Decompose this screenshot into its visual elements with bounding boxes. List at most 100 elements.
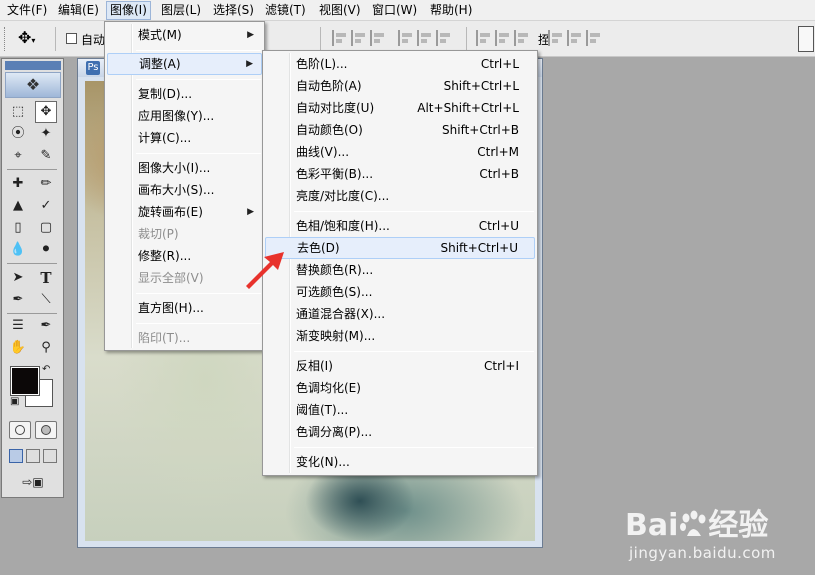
menu-item-replace-color[interactable]: 替换颜色(R)...: [265, 259, 535, 281]
swap-colors-icon[interactable]: ↶: [42, 365, 50, 375]
type-tool-icon[interactable]: T: [35, 267, 57, 289]
align-left-icon[interactable]: [398, 30, 414, 46]
menu-item-histogram[interactable]: 直方图(H)...: [107, 297, 262, 319]
menu-edit[interactable]: 编辑(E): [55, 1, 102, 20]
menu-image[interactable]: 图像(I): [106, 1, 151, 20]
line-tool-icon[interactable]: ⟍: [35, 289, 57, 311]
menu-view[interactable]: 视图(V): [316, 1, 364, 20]
full-screen-mode-button[interactable]: [43, 449, 57, 463]
menu-item-shortcut: Alt+Shift+Ctrl+L: [417, 101, 519, 115]
menu-item-variations[interactable]: 变化(N)...: [265, 451, 535, 473]
menu-separator: [294, 211, 534, 212]
foreground-color-swatch[interactable]: [10, 366, 40, 396]
crop-tool-icon[interactable]: ⌖: [7, 145, 29, 167]
menu-item-label: 变化(N)...: [296, 455, 350, 469]
move-tool-preset-icon[interactable]: ✥▾: [18, 29, 35, 50]
magic-wand-tool-icon[interactable]: ✦: [35, 123, 57, 145]
menu-item-duplicate[interactable]: 复制(D)...: [107, 83, 262, 105]
marquee-tool-icon[interactable]: ⬚: [7, 101, 29, 123]
align-bottom-icon[interactable]: [370, 30, 386, 46]
align-right-icon[interactable]: [436, 30, 452, 46]
menu-select[interactable]: 选择(S): [210, 1, 257, 20]
slice-tool-icon[interactable]: ✎: [35, 145, 57, 167]
menu-item-channel-mixer[interactable]: 通道混合器(X)...: [265, 303, 535, 325]
gradient-tool-icon[interactable]: ▢: [35, 217, 57, 239]
eyedropper-tool-icon[interactable]: ✒: [35, 315, 57, 337]
menu-item-threshold[interactable]: 阈值(T)...: [265, 399, 535, 421]
distribute-right-icon[interactable]: [586, 30, 602, 46]
distribute-bottom-icon[interactable]: [514, 30, 530, 46]
standard-mode-button[interactable]: [9, 421, 31, 439]
distribute-left-icon[interactable]: [548, 30, 564, 46]
healing-brush-tool-icon[interactable]: ✚: [7, 173, 29, 195]
history-brush-tool-icon[interactable]: ✓: [35, 195, 57, 217]
menu-window[interactable]: 窗口(W): [369, 1, 420, 20]
palette-well-button[interactable]: [798, 26, 814, 52]
photoshop-logo-icon[interactable]: ❖: [5, 72, 61, 98]
dodge-tool-icon[interactable]: ⚫: [35, 239, 57, 261]
distribute-vcenter-icon[interactable]: [495, 30, 511, 46]
path-selection-tool-icon[interactable]: ➤: [7, 267, 29, 289]
notes-tool-icon[interactable]: ☰: [7, 315, 29, 337]
menu-item-levels[interactable]: 色阶(L)... Ctrl+L: [265, 53, 535, 75]
menu-item-selective-color[interactable]: 可选颜色(S)...: [265, 281, 535, 303]
align-vcenter-icon[interactable]: [351, 30, 367, 46]
distribute-hcenter-icon[interactable]: [567, 30, 583, 46]
menu-item-adjustments[interactable]: 调整(A) ▶: [107, 53, 262, 75]
quick-mask-mode-button[interactable]: [35, 421, 57, 439]
move-tool-icon[interactable]: ✥: [35, 101, 57, 123]
full-screen-menubar-button[interactable]: [26, 449, 40, 463]
default-colors-icon[interactable]: ▣: [10, 397, 19, 407]
hand-tool-icon[interactable]: ✋: [7, 337, 29, 359]
menu-item-reveal-all: 显示全部(V): [107, 267, 262, 289]
menu-item-label: 曲线(V)...: [296, 145, 350, 159]
menu-item-mode[interactable]: 模式(M) ▶: [107, 24, 262, 46]
menu-item-shortcut: Ctrl+I: [484, 359, 519, 373]
menu-layer[interactable]: 图层(L): [158, 1, 204, 20]
menu-item-crop: 裁切(P): [107, 223, 262, 245]
align-left-group: [398, 30, 455, 48]
menu-filter[interactable]: 滤镜(T): [262, 1, 309, 20]
jump-to-imageready-icon[interactable]: ⇨▣: [9, 471, 57, 493]
menu-item-label: 反相(I): [296, 359, 333, 373]
menu-item-curves[interactable]: 曲线(V)... Ctrl+M: [265, 141, 535, 163]
menu-item-trim[interactable]: 修整(R)...: [107, 245, 262, 267]
menu-item-brightness-contrast[interactable]: 亮度/对比度(C)...: [265, 185, 535, 207]
zoom-tool-icon[interactable]: ⚲: [35, 337, 57, 359]
align-hcenter-icon[interactable]: [417, 30, 433, 46]
menu-item-color-balance[interactable]: 色彩平衡(B)... Ctrl+B: [265, 163, 535, 185]
menu-item-canvas-size[interactable]: 画布大小(S)...: [107, 179, 262, 201]
menu-item-apply-image[interactable]: 应用图像(Y)...: [107, 105, 262, 127]
menu-item-rotate-canvas[interactable]: 旋转画布(E) ▶: [107, 201, 262, 223]
pen-tool-icon[interactable]: ✒: [7, 289, 29, 311]
distribute-top-icon[interactable]: [476, 30, 492, 46]
blur-tool-icon[interactable]: 💧: [7, 239, 29, 261]
toolbox-titlebar[interactable]: [5, 61, 61, 70]
menu-item-auto-contrast[interactable]: 自动对比度(U) Alt+Shift+Ctrl+L: [265, 97, 535, 119]
toolbox: ❖ ⬚ ✥ ⦿ ✦ ⌖ ✎ ✚ ✏ ▲ ✓ ▯ ▢ 💧 ⚫ ➤ T ✒ ⟍ ☰ …: [1, 58, 64, 498]
menu-item-label: 自动对比度(U): [296, 101, 375, 115]
menu-item-gradient-map[interactable]: 渐变映射(M)...: [265, 325, 535, 347]
menu-item-label: 色彩平衡(B)...: [296, 167, 374, 181]
menu-item-hue-saturation[interactable]: 色相/饱和度(H)... Ctrl+U: [265, 215, 535, 237]
menu-file[interactable]: 文件(F): [4, 1, 50, 20]
menu-item-auto-color[interactable]: 自动颜色(O) Shift+Ctrl+B: [265, 119, 535, 141]
lasso-tool-icon[interactable]: ⦿: [7, 123, 29, 145]
menu-item-posterize[interactable]: 色调分离(P)...: [265, 421, 535, 443]
brush-tool-icon[interactable]: ✏: [35, 173, 57, 195]
menu-item-auto-levels[interactable]: 自动色阶(A) Shift+Ctrl+L: [265, 75, 535, 97]
menu-item-desaturate[interactable]: 去色(D) Shift+Ctrl+U: [265, 237, 535, 259]
clone-stamp-tool-icon[interactable]: ▲: [7, 195, 29, 217]
menu-item-shortcut: Ctrl+U: [478, 219, 519, 233]
auto-select-checkbox[interactable]: [66, 33, 77, 44]
eraser-tool-icon[interactable]: ▯: [7, 217, 29, 239]
menu-item-image-size[interactable]: 图像大小(I)...: [107, 157, 262, 179]
align-top-icon[interactable]: [332, 30, 348, 46]
menu-item-invert[interactable]: 反相(I) Ctrl+I: [265, 355, 535, 377]
menu-item-calculations[interactable]: 计算(C)...: [107, 127, 262, 149]
standard-screen-mode-button[interactable]: [9, 449, 23, 463]
menu-item-equalize[interactable]: 色调均化(E): [265, 377, 535, 399]
menu-help[interactable]: 帮助(H): [427, 1, 475, 20]
menu-item-label: 修整(R)...: [138, 249, 192, 263]
separator: [320, 27, 321, 51]
